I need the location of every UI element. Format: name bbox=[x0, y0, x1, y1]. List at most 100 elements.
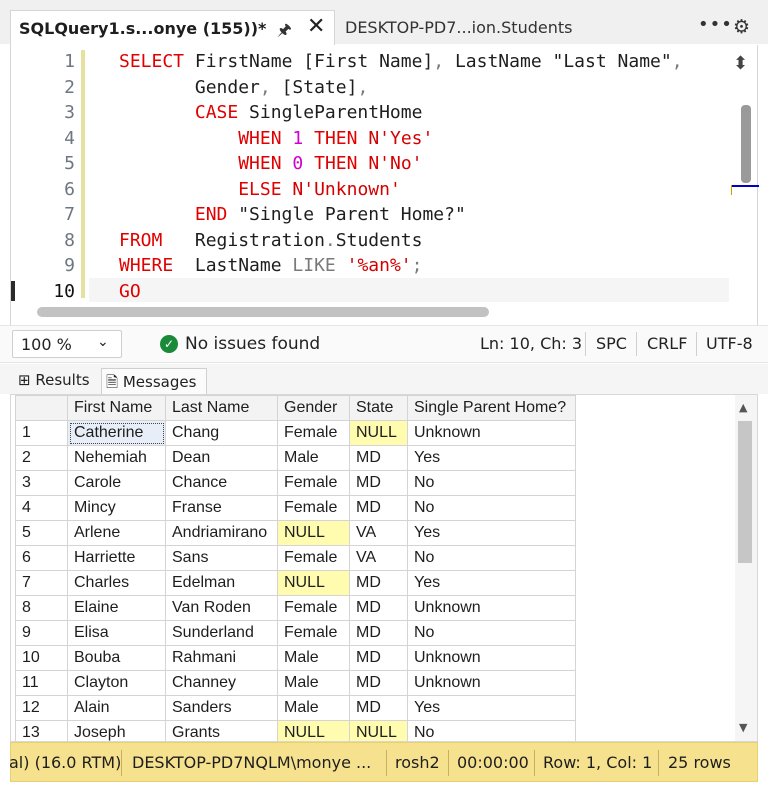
table-row[interactable]: 1 Catherine Chang Female NULL Unknown bbox=[15, 420, 576, 446]
table-cell[interactable]: Channey bbox=[165, 670, 278, 696]
table-cell[interactable]: Yes bbox=[407, 695, 576, 721]
table-row[interactable]: 8 Elaine Van Roden Female MD Unknown bbox=[15, 595, 576, 621]
table-cell[interactable]: Yes bbox=[407, 445, 576, 471]
results-grid[interactable]: First Name Last Name Gender State Single Par… bbox=[10, 394, 758, 742]
column-header[interactable]: Gender bbox=[277, 395, 350, 421]
grid-vertical-scrollbar[interactable]: ▲ ▼ bbox=[735, 395, 757, 741]
table-cell[interactable]: Catherine bbox=[67, 420, 166, 446]
row-number-cell[interactable]: 9 bbox=[15, 620, 68, 646]
table-cell[interactable]: NULL bbox=[277, 720, 350, 741]
table-cell[interactable]: Elaine bbox=[67, 595, 166, 621]
table-row[interactable]: 13 Joseph Grants NULL NULL No bbox=[15, 720, 576, 741]
table-cell[interactable]: Female bbox=[277, 620, 350, 646]
row-number-cell[interactable]: 1 bbox=[15, 420, 68, 446]
table-cell[interactable]: MD bbox=[349, 495, 408, 521]
table-row[interactable]: 6 Harriette Sans Female VA No bbox=[15, 545, 576, 571]
table-cell[interactable]: Female bbox=[277, 595, 350, 621]
column-header[interactable]: First Name bbox=[67, 395, 166, 421]
row-number-cell[interactable]: 5 bbox=[15, 520, 68, 546]
table-cell[interactable]: Grants bbox=[165, 720, 278, 741]
table-cell[interactable]: Mincy bbox=[67, 495, 166, 521]
zoom-dropdown[interactable]: 100 % ⌄ bbox=[12, 330, 122, 358]
issues-status[interactable]: No issues found bbox=[185, 334, 320, 354]
code-line[interactable]: CASE SingleParentHome bbox=[119, 102, 423, 123]
row-number-header[interactable] bbox=[15, 395, 68, 421]
tab-messages[interactable]: 🗎 Messages bbox=[101, 368, 207, 394]
table-cell[interactable]: Chang bbox=[165, 420, 278, 446]
code-line[interactable]: GO bbox=[119, 281, 141, 302]
table-cell[interactable]: Sans bbox=[165, 545, 278, 571]
table-cell[interactable]: Carole bbox=[67, 470, 166, 496]
table-cell[interactable]: NULL bbox=[277, 520, 350, 546]
table-cell[interactable]: NULL bbox=[277, 570, 350, 596]
scroll-down-icon[interactable]: ▼ bbox=[739, 721, 747, 734]
code-line[interactable]: SELECT FirstName [First Name], LastName … bbox=[119, 51, 683, 72]
table-cell[interactable]: Sanders bbox=[165, 695, 278, 721]
table-cell[interactable]: No bbox=[407, 470, 576, 496]
table-cell[interactable]: VA bbox=[349, 520, 408, 546]
column-header[interactable]: Single Parent Home? bbox=[407, 395, 576, 421]
line-ending-indicator[interactable]: CRLF bbox=[647, 334, 687, 353]
close-icon[interactable]: ✕ bbox=[307, 14, 325, 39]
table-row[interactable]: 11 Clayton Channey Male MD Unknown bbox=[15, 670, 576, 696]
table-cell[interactable]: Alain bbox=[67, 695, 166, 721]
line-column-indicator[interactable]: Ln: 10, Ch: 3 bbox=[480, 334, 582, 353]
table-cell[interactable]: NULL bbox=[349, 420, 408, 446]
table-cell[interactable]: No bbox=[407, 720, 576, 741]
table-cell[interactable]: Bouba bbox=[67, 645, 166, 671]
table-cell[interactable]: Clayton bbox=[67, 670, 166, 696]
more-options-icon[interactable]: ••• bbox=[698, 14, 733, 35]
table-cell[interactable]: Unknown bbox=[407, 420, 576, 446]
table-cell[interactable]: Rahmani bbox=[165, 645, 278, 671]
code-line[interactable]: ELSE N'Unknown' bbox=[119, 179, 401, 200]
table-row[interactable]: 10 Bouba Rahmani Male MD Unknown bbox=[15, 645, 576, 671]
code-line[interactable]: WHERE LastName LIKE '%an%'; bbox=[119, 255, 422, 276]
table-cell[interactable]: No bbox=[407, 620, 576, 646]
table-cell[interactable]: NULL bbox=[349, 720, 408, 741]
table-cell[interactable]: Sunderland bbox=[165, 620, 278, 646]
table-cell[interactable]: MD bbox=[349, 445, 408, 471]
table-cell[interactable]: MD bbox=[349, 670, 408, 696]
column-header[interactable]: State bbox=[349, 395, 408, 421]
tab-students[interactable]: DESKTOP-PD7...ion.Students bbox=[345, 18, 572, 37]
encoding-indicator[interactable]: UTF-8 bbox=[706, 334, 753, 353]
table-cell[interactable]: MD bbox=[349, 620, 408, 646]
table-cell[interactable]: Yes bbox=[407, 570, 576, 596]
table-cell[interactable]: MD bbox=[349, 695, 408, 721]
table-cell[interactable]: Unknown bbox=[407, 595, 576, 621]
table-cell[interactable]: VA bbox=[349, 545, 408, 571]
table-cell[interactable]: Female bbox=[277, 495, 350, 521]
row-number-cell[interactable]: 6 bbox=[15, 545, 68, 571]
row-number-cell[interactable]: 10 bbox=[15, 645, 68, 671]
table-cell[interactable]: Yes bbox=[407, 520, 576, 546]
query-editor[interactable]: 1 2 3 4 5 6 7 8 9 10 SELECT FirstName [First Name… bbox=[10, 45, 759, 325]
editor-horizontal-scrollbar[interactable] bbox=[37, 307, 489, 317]
table-cell[interactable]: No bbox=[407, 545, 576, 571]
table-cell[interactable]: MD bbox=[349, 595, 408, 621]
table-cell[interactable]: Female bbox=[277, 470, 350, 496]
table-row[interactable]: 4 Mincy Franse Female MD No bbox=[15, 495, 576, 521]
table-cell[interactable]: Andriamirano bbox=[165, 520, 278, 546]
editor-vertical-scrollbar[interactable] bbox=[741, 105, 751, 183]
code-line[interactable]: WHEN 0 THEN N'No' bbox=[119, 153, 422, 174]
table-cell[interactable]: Male bbox=[277, 445, 350, 471]
table-row[interactable]: 5 Arlene Andriamirano NULL VA Yes bbox=[15, 520, 576, 546]
table-cell[interactable]: Harriette bbox=[67, 545, 166, 571]
row-number-cell[interactable]: 4 bbox=[15, 495, 68, 521]
table-cell[interactable]: Charles bbox=[67, 570, 166, 596]
code-line[interactable]: FROM Registration.Students bbox=[119, 230, 422, 251]
gear-icon[interactable]: ⚙ bbox=[733, 16, 750, 38]
table-cell[interactable]: MD bbox=[349, 570, 408, 596]
scroll-up-icon[interactable]: ▲ bbox=[739, 401, 747, 414]
tab-results[interactable]: ⊞ Results bbox=[18, 368, 90, 394]
table-cell[interactable]: Female bbox=[277, 545, 350, 571]
table-row[interactable]: 9 Elisa Sunderland Female MD No bbox=[15, 620, 576, 646]
table-cell[interactable]: MD bbox=[349, 645, 408, 671]
table-cell[interactable]: Arlene bbox=[67, 520, 166, 546]
row-number-cell[interactable]: 2 bbox=[15, 445, 68, 471]
table-cell[interactable]: Female bbox=[277, 420, 350, 446]
table-cell[interactable]: Dean bbox=[165, 445, 278, 471]
table-cell[interactable]: Chance bbox=[165, 470, 278, 496]
code-line[interactable]: END "Single Parent Home?" bbox=[119, 204, 466, 225]
row-number-cell[interactable]: 7 bbox=[15, 570, 68, 596]
